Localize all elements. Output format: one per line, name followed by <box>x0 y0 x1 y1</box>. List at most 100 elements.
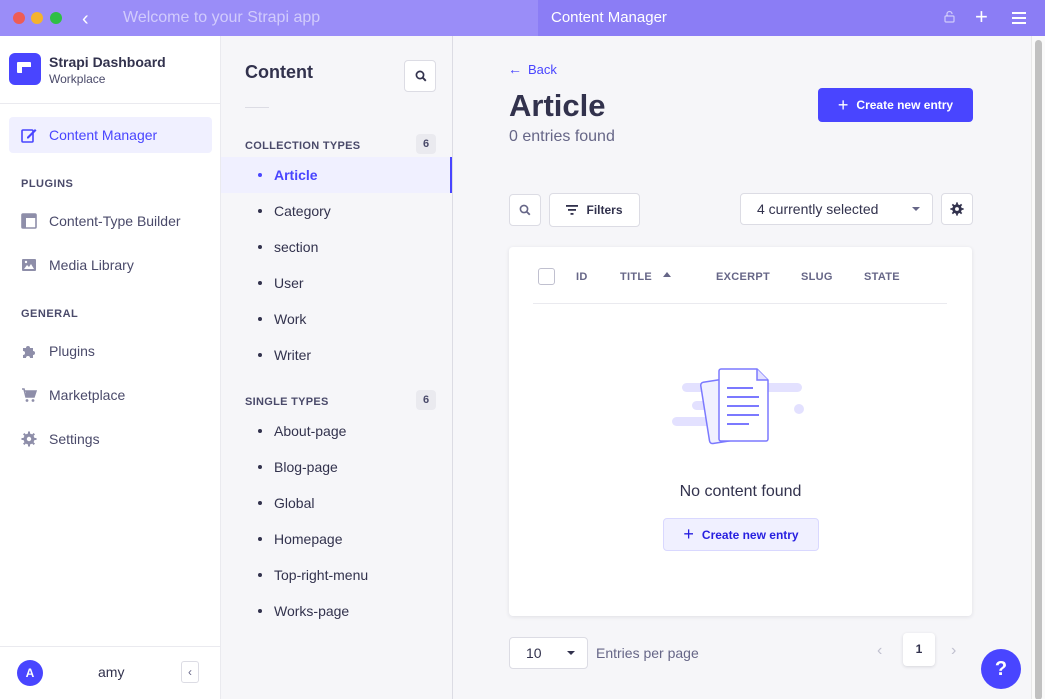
empty-create-entry-button[interactable]: + Create new entry <box>663 518 819 551</box>
next-page-chevron-icon[interactable]: › <box>951 642 956 660</box>
avatar[interactable]: A <box>17 660 43 686</box>
arrow-left-icon: ← <box>508 61 522 77</box>
subnav-item-blog-page[interactable]: Blog-page <box>221 449 452 485</box>
gear-icon <box>21 431 37 447</box>
subnav-divider <box>245 107 269 108</box>
subnav-item-label: User <box>274 275 304 291</box>
table-header-row: ID TITLE EXCERPT SLUG STATE <box>533 247 947 304</box>
subnav-item-works-page[interactable]: Works-page <box>221 593 452 629</box>
search-button[interactable] <box>509 194 541 226</box>
content-subnav: Content COLLECTION TYPES 6 Article Categ… <box>221 36 453 699</box>
user-name[interactable]: amy <box>98 664 124 680</box>
hamburger-menu-icon[interactable] <box>1012 12 1026 27</box>
subnav-item-label: Blog-page <box>274 459 338 475</box>
nav-item-label: Content-Type Builder <box>49 213 181 229</box>
caret-down-icon <box>912 207 920 211</box>
sort-ascending-icon[interactable] <box>663 272 671 277</box>
collection-types-header[interactable]: COLLECTION TYPES <box>245 140 360 152</box>
page-title: Article <box>509 88 606 123</box>
subnav-item-homepage[interactable]: Homepage <box>221 521 452 557</box>
tab-title-content-manager[interactable]: Content Manager <box>551 9 667 26</box>
nav-item-marketplace[interactable]: Marketplace <box>9 377 212 413</box>
image-icon <box>22 259 36 271</box>
subnav-item-top-right-menu[interactable]: Top-right-menu <box>221 557 452 593</box>
page-number-button[interactable]: 1 <box>903 633 935 666</box>
subnav-item-category[interactable]: Category <box>221 193 452 229</box>
entries-count: 0 entries found <box>509 128 615 145</box>
filters-button[interactable]: Filters <box>549 193 640 227</box>
app-window: ‹ Welcome to your Strapi app Content Man… <box>0 0 1045 699</box>
tab-title-welcome[interactable]: Welcome to your Strapi app <box>123 9 320 27</box>
chevron-left-icon: ‹ <box>188 665 192 679</box>
user-footer: A amy ‹ <box>0 646 220 699</box>
list-settings-button[interactable] <box>941 193 973 225</box>
subnav-item-global[interactable]: Global <box>221 485 452 521</box>
back-link[interactable]: ← Back <box>508 61 557 77</box>
column-header-state[interactable]: STATE <box>864 271 900 283</box>
column-header-slug[interactable]: SLUG <box>801 271 833 283</box>
layout-icon <box>21 213 37 229</box>
nav-item-label: Plugins <box>49 343 95 359</box>
column-header-excerpt[interactable]: EXCERPT <box>716 271 770 283</box>
brand-name: Strapi Dashboard <box>49 54 166 70</box>
subnav-item-work[interactable]: Work <box>221 301 452 337</box>
workspace-name: Workplace <box>49 72 106 86</box>
previous-page-chevron-icon[interactable]: ‹ <box>877 642 882 660</box>
bullet-icon <box>258 537 262 541</box>
subnav-item-label: About-page <box>274 423 347 439</box>
filter-icon <box>566 205 579 215</box>
entries-per-page-label: Entries per page <box>596 645 699 661</box>
search-icon <box>415 70 427 82</box>
page-size-value: 10 <box>526 645 542 661</box>
nav-item-media-library[interactable]: Media Library <box>9 247 212 283</box>
create-new-entry-button[interactable]: + Create new entry <box>818 88 973 122</box>
filters-label: Filters <box>586 203 623 217</box>
plus-icon: + <box>837 94 849 115</box>
subnav-item-article[interactable]: Article <box>221 157 452 193</box>
nav-item-content-manager[interactable]: Content Manager <box>9 117 212 153</box>
subnav-item-label: Homepage <box>274 531 343 547</box>
lock-icon[interactable] <box>944 10 955 23</box>
subnav-item-section[interactable]: section <box>221 229 452 265</box>
columns-select[interactable]: 4 currently selected <box>740 193 933 225</box>
scrollbar-thumb[interactable] <box>1035 40 1042 699</box>
subnav-item-label: Top-right-menu <box>274 567 369 583</box>
chevron-left-icon[interactable]: ‹ <box>82 8 89 31</box>
subnav-item-label: Work <box>274 311 307 327</box>
pencil-icon <box>21 129 37 143</box>
shopping-cart-icon <box>22 388 37 402</box>
collapse-nav-button[interactable]: ‹ <box>181 661 199 683</box>
nav-item-content-type-builder[interactable]: Content-Type Builder <box>9 203 212 239</box>
subnav-search-button[interactable] <box>404 60 436 92</box>
single-types-count: 6 <box>416 390 436 410</box>
maximize-window-button[interactable] <box>50 12 62 24</box>
bullet-icon <box>258 317 262 321</box>
close-window-button[interactable] <box>13 12 25 24</box>
help-button[interactable]: ? <box>981 649 1021 689</box>
strapi-logo-icon <box>9 53 41 85</box>
subnav-item-writer[interactable]: Writer <box>221 337 452 373</box>
title-bar: ‹ Welcome to your Strapi app Content Man… <box>0 0 1045 36</box>
subnav-item-about-page[interactable]: About-page <box>221 413 452 449</box>
columns-selected-value: 4 currently selected <box>757 201 879 217</box>
subnav-item-user[interactable]: User <box>221 265 452 301</box>
nav-item-settings[interactable]: Settings <box>9 421 212 457</box>
column-header-title[interactable]: TITLE <box>620 271 652 283</box>
subnav-item-label: Category <box>274 203 331 219</box>
minimize-window-button[interactable] <box>31 12 43 24</box>
back-label: Back <box>528 61 557 77</box>
nav-item-plugins[interactable]: Plugins <box>9 333 212 369</box>
select-all-checkbox[interactable] <box>538 268 555 285</box>
empty-state-message: No content found <box>679 483 802 500</box>
column-header-id[interactable]: ID <box>576 271 588 283</box>
entries-table: ID TITLE EXCERPT SLUG STATE No content f… <box>509 247 972 616</box>
page-size-select[interactable]: 10 <box>509 637 588 669</box>
bullet-icon <box>258 353 262 357</box>
new-tab-plus-icon[interactable]: + <box>975 4 988 30</box>
bullet-icon <box>258 209 262 213</box>
nav-section-plugins: PLUGINS <box>21 178 74 190</box>
single-types-header[interactable]: SINGLE TYPES <box>245 396 329 408</box>
vertical-scrollbar[interactable] <box>1031 36 1045 699</box>
bullet-icon <box>258 281 262 285</box>
subnav-item-label: section <box>274 239 319 255</box>
